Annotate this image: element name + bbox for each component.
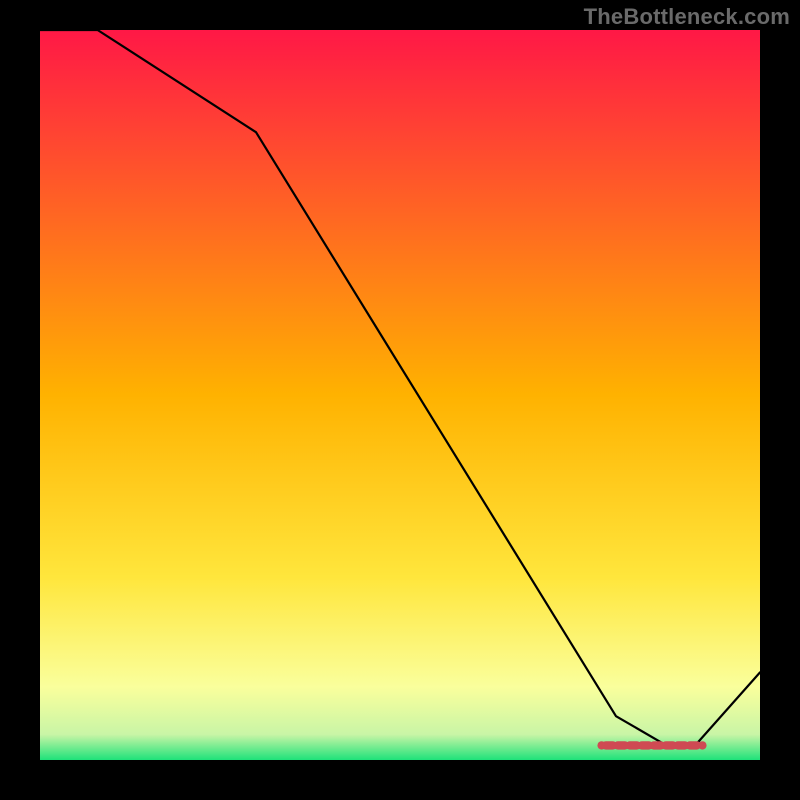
watermark-text: TheBottleneck.com — [584, 4, 790, 30]
bottleneck-chart — [0, 0, 800, 800]
optimal-range-marker — [597, 741, 706, 749]
plot-background — [40, 30, 760, 760]
chart-root: TheBottleneck.com — [0, 0, 800, 800]
